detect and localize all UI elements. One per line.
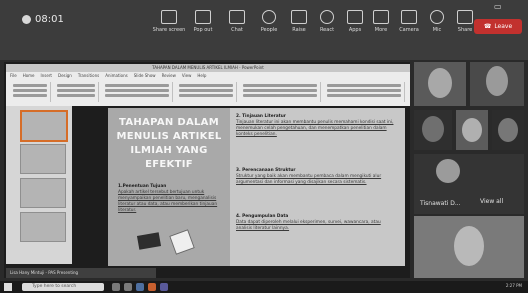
slide-section-3: 3. Perencanaan Struktur Struktur yang ba…	[236, 168, 382, 185]
participant-face	[428, 68, 452, 98]
system-clock: 2:27 PM	[505, 283, 522, 288]
window-title: TAHAPAN DALAM MENULIS ARTIKEL ILMIAH - P…	[6, 64, 410, 72]
slide-thumbnail[interactable]	[20, 144, 66, 174]
mic-icon	[430, 10, 444, 24]
participant-face	[422, 116, 444, 142]
slide-thumbnail[interactable]	[20, 178, 66, 208]
camera-icon	[401, 10, 417, 24]
participant-video[interactable]	[492, 110, 524, 150]
taskbar-app-icon[interactable]	[148, 283, 156, 291]
slide-thumbnail[interactable]	[20, 110, 68, 142]
ribbon-group-editing[interactable]	[324, 82, 405, 102]
slide-section-2: 2. Tinjauan Literatur Tinjauan literatur…	[236, 114, 394, 137]
raise-hand-icon	[291, 10, 307, 24]
ribbon-tab[interactable]: File	[10, 73, 17, 78]
participant-face	[486, 66, 508, 96]
ribbon-tab[interactable]: Review	[162, 73, 176, 78]
ribbon-tab[interactable]: Home	[23, 73, 35, 78]
participant-face	[462, 118, 482, 142]
avatar	[436, 159, 460, 183]
slide-title: TAHAPAN DALAM MENULIS ARTIKEL ILMIAH YAN…	[116, 117, 222, 170]
ribbon-tab[interactable]: Animations	[105, 73, 127, 78]
view-all-button[interactable]: View all	[480, 198, 503, 205]
powerpoint-ribbon: TAHAPAN DALAM MENULIS ARTIKEL ILMIAH - P…	[6, 64, 410, 106]
ribbon-tab[interactable]: Insert	[41, 73, 52, 78]
slide-section-4: 4. Pengumpulan Data Data dapat diperoleh…	[236, 214, 381, 231]
taskbar-app-icon[interactable]	[136, 283, 144, 291]
react-icon	[320, 10, 334, 24]
ribbon-tab[interactable]: Slide Show	[134, 73, 156, 78]
presenter-label: Lisa Hany Mintuji - PAS Presenting	[6, 268, 156, 278]
participant-video[interactable]	[456, 110, 488, 150]
ribbon-tab[interactable]: Transitions	[78, 73, 99, 78]
ribbon-tab[interactable]: View	[182, 73, 192, 78]
pop-out-icon	[195, 10, 211, 24]
ribbon-group-slides[interactable]	[54, 82, 99, 102]
share-icon	[457, 10, 473, 24]
ribbon-group-paragraph[interactable]	[176, 82, 237, 102]
ribbon-tab[interactable]: Design	[58, 73, 72, 78]
ribbon-tabs: File Home Insert Design Transitions Anim…	[10, 73, 206, 78]
slide-section-1: 1.Penentuan Tujuan Apakah artikel terseb…	[118, 184, 218, 213]
chat-icon	[229, 10, 245, 24]
ribbon-group-font[interactable]	[102, 82, 173, 102]
leave-button[interactable]: ☎ Leave	[474, 19, 522, 34]
phone-icon: ☎	[483, 23, 492, 30]
taskbar-app-icon[interactable]	[112, 283, 120, 291]
meeting-timer: 08:01	[22, 14, 64, 25]
more-icon	[373, 10, 389, 24]
slide-thumbnails	[6, 106, 72, 264]
participant-face	[454, 226, 484, 266]
windows-start-icon[interactable]	[4, 283, 12, 291]
participant-face	[498, 118, 518, 142]
people-icon	[262, 10, 276, 24]
taskbar-search[interactable]: Type here to search	[22, 283, 104, 291]
slide-thumbnail[interactable]	[20, 212, 66, 242]
taskbar-app-icon[interactable]	[160, 283, 168, 291]
taskbar-app-icon[interactable]	[124, 283, 132, 291]
self-view-video[interactable]	[414, 216, 524, 278]
participant-video[interactable]	[470, 62, 524, 106]
ribbon-group-drawing[interactable]	[240, 82, 321, 102]
shield-icon	[22, 15, 31, 24]
participant-name: Tisnawati D...	[420, 200, 461, 207]
participant-video[interactable]	[414, 110, 452, 150]
minimize-icon[interactable]: ▭	[494, 2, 502, 11]
participant-video[interactable]	[414, 62, 466, 106]
ribbon-tab[interactable]: Help	[197, 73, 206, 78]
timer-text: 08:01	[35, 14, 64, 25]
ribbon-group-clipboard[interactable]	[10, 82, 51, 102]
slide-canvas: TAHAPAN DALAM MENULIS ARTIKEL ILMIAH YAN…	[108, 108, 405, 266]
share-screen-icon	[161, 10, 177, 24]
